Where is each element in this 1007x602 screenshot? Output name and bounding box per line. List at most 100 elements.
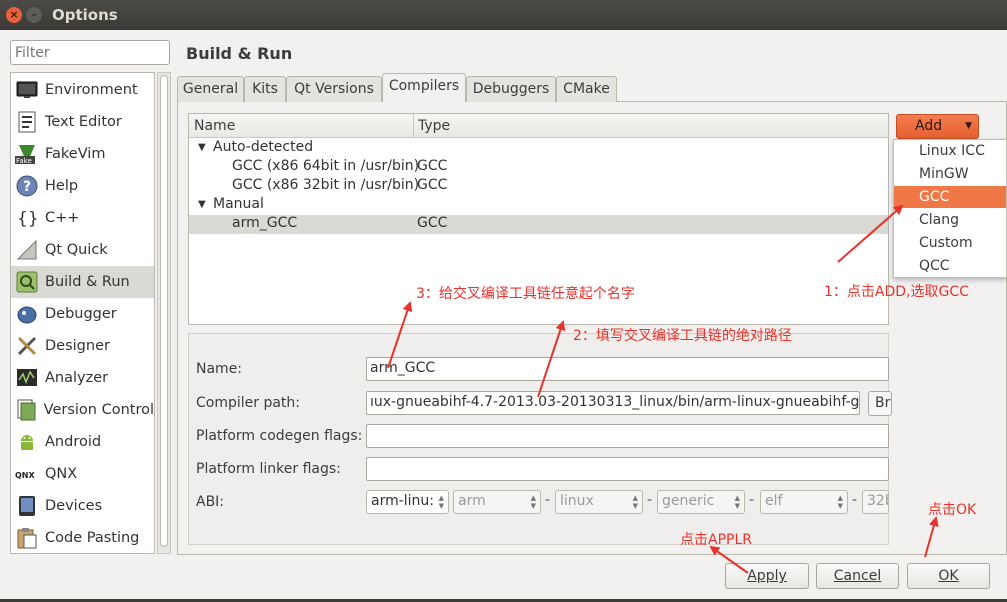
abi-value: elf xyxy=(765,493,783,509)
linker-flags-field[interactable] xyxy=(366,457,889,481)
linker-flags-label: Platform linker flags: xyxy=(196,461,341,477)
tree-row-name: GCC (x86 64bit in /usr/bin) xyxy=(232,158,420,174)
sidebar-item-cpp[interactable]: {} C++ xyxy=(11,202,154,234)
menu-item-gcc[interactable]: GCC xyxy=(894,186,1006,208)
sidebar-item-analyzer[interactable]: Analyzer xyxy=(11,362,154,394)
abi-architecture-select[interactable]: arm ▲ ▼ xyxy=(453,490,541,514)
column-header-type[interactable]: Type xyxy=(418,118,450,134)
add-compiler-button[interactable]: Add ▼ xyxy=(896,114,979,139)
menu-item-custom[interactable]: Custom xyxy=(894,232,1006,254)
sidebar-item-label: Android xyxy=(45,434,102,450)
sidebar-item-label: Designer xyxy=(45,338,110,354)
sidebar-item-designer[interactable]: Designer xyxy=(11,330,154,362)
tree-row[interactable]: GCC (x86 64bit in /usr/bin) GCC xyxy=(189,158,888,177)
abi-value: linux xyxy=(560,493,594,509)
sidebar-item-devices[interactable]: Devices xyxy=(11,490,154,522)
sidebar-item-environment[interactable]: Environment xyxy=(11,74,154,106)
menu-item-clang[interactable]: Clang xyxy=(894,209,1006,231)
cancel-button[interactable]: Cancel xyxy=(816,563,899,589)
compiler-path-field[interactable]: ıux-gnueabihf-4.7-2013.03-20130313_linux… xyxy=(366,391,860,415)
sidebar-item-label: Analyzer xyxy=(45,370,109,386)
menu-item-linux-icc[interactable]: Linux ICC xyxy=(894,140,1006,162)
ok-button-label: OK xyxy=(938,568,959,584)
abi-os-select[interactable]: linux ▲ ▼ xyxy=(555,490,643,514)
cancel-button-label: Cancel xyxy=(833,568,882,584)
sidebar-scrollbar[interactable] xyxy=(157,72,171,554)
spin-arrows-icon: ▲ ▼ xyxy=(530,494,536,510)
expand-arrow-icon[interactable]: ▼ xyxy=(198,142,206,153)
sidebar-item-label: Build & Run xyxy=(45,274,130,290)
sidebar-scrollbar-thumb[interactable] xyxy=(160,75,168,547)
sidebar-item-help[interactable]: ? Help xyxy=(11,170,154,202)
tab-compilers[interactable]: Compilers xyxy=(382,73,466,102)
sidebar-item-fakevim[interactable]: Fake FakeVim xyxy=(11,138,154,170)
tree-row-name: Manual xyxy=(213,196,264,212)
svg-text:{}: {} xyxy=(17,209,38,229)
code-pasting-icon xyxy=(15,527,39,549)
menu-item-mingw[interactable]: MinGW xyxy=(894,163,1006,185)
sidebar-item-debugger[interactable]: Debugger xyxy=(11,298,154,330)
abi-flavor-select[interactable]: generic ▲ ▼ xyxy=(657,490,745,514)
name-field[interactable]: arm_GCC xyxy=(366,357,889,381)
expand-arrow-icon[interactable]: ▼ xyxy=(198,199,206,210)
sidebar-item-build-run[interactable]: Build & Run xyxy=(11,266,154,298)
tree-row[interactable]: GCC (x86 32bit in /usr/bin) GCC xyxy=(189,177,888,196)
tab-debuggers[interactable]: Debuggers xyxy=(466,76,556,102)
tab-qt-versions[interactable]: Qt Versions xyxy=(286,76,382,102)
tab-general[interactable]: General xyxy=(177,76,244,102)
sidebar-item-code-pasting[interactable]: Code Pasting xyxy=(11,522,154,553)
add-compiler-menu: Linux ICC MinGW GCC Clang Custom QCC xyxy=(893,139,1007,278)
browse-button[interactable]: Br xyxy=(868,391,892,416)
braces-icon: {} xyxy=(15,207,39,229)
apply-button[interactable]: Apply xyxy=(725,563,809,589)
tab-cmake[interactable]: CMake xyxy=(556,76,617,102)
abi-separator: - xyxy=(852,492,858,508)
tree-row-selected[interactable]: arm_GCC GCC xyxy=(189,215,888,234)
window-title: Options xyxy=(52,6,118,24)
sidebar-item-label: Devices xyxy=(45,498,103,514)
dropdown-arrow-icon: ▼ xyxy=(965,121,972,131)
abi-width-select[interactable]: 32b xyxy=(862,490,889,514)
tree-header: Name Type xyxy=(189,114,888,138)
abi-label: ABI: xyxy=(196,494,225,510)
sidebar-item-text-editor[interactable]: Text Editor xyxy=(11,106,154,138)
close-window-icon[interactable]: × xyxy=(6,7,22,23)
sidebar-item-label: QNX xyxy=(45,466,78,482)
tab-kits[interactable]: Kits xyxy=(244,76,286,102)
tree-row-type: GCC xyxy=(417,158,448,174)
abi-value: arm-linu: xyxy=(371,493,435,509)
sidebar-item-qt-quick[interactable]: Qt Quick xyxy=(11,234,154,266)
sidebar-item-android[interactable]: Android xyxy=(11,426,154,458)
spin-arrows-icon: ▲ ▼ xyxy=(734,494,740,510)
abi-format-select[interactable]: elf ▲ ▼ xyxy=(760,490,848,514)
sidebar-item-qnx[interactable]: QNX QNX xyxy=(11,458,154,490)
minimize-window-icon[interactable]: – xyxy=(26,7,42,23)
abi-select[interactable]: arm-linu: ▲ ▼ xyxy=(366,490,449,514)
sidebar-item-label: Environment xyxy=(45,82,138,98)
annotation-step-2: 2：填写交叉编译工具链的绝对路径 xyxy=(573,328,792,344)
abi-separator: - xyxy=(749,492,755,508)
annotation-ok: 点击OK xyxy=(928,502,977,518)
tree-group-auto-detected[interactable]: ▼ Auto-detected xyxy=(189,139,888,158)
column-divider[interactable] xyxy=(413,114,414,138)
ok-button[interactable]: OK xyxy=(907,563,990,589)
tree-row-name: arm_GCC xyxy=(232,215,298,231)
abi-value: arm xyxy=(458,493,486,509)
fakevim-icon: Fake xyxy=(15,143,39,165)
spin-arrows-icon: ▲ ▼ xyxy=(837,494,843,510)
tree-row-type: GCC xyxy=(417,177,448,193)
sidebar-item-label: Qt Quick xyxy=(45,242,108,258)
sidebar-item-version-control[interactable]: Version Control xyxy=(11,394,154,426)
codegen-flags-label: Platform codegen flags: xyxy=(196,428,363,444)
sidebar-item-label: Help xyxy=(45,178,79,194)
codegen-flags-field[interactable] xyxy=(366,424,889,448)
version-control-icon xyxy=(15,399,38,421)
menu-item-qcc[interactable]: QCC xyxy=(894,255,1006,277)
analyzer-icon xyxy=(15,367,39,389)
column-header-name[interactable]: Name xyxy=(194,118,235,134)
filter-input[interactable] xyxy=(10,40,170,65)
window-titlebar: × – Options xyxy=(0,0,1007,30)
android-icon xyxy=(15,431,39,453)
tree-group-manual[interactable]: ▼ Manual xyxy=(189,196,888,215)
abi-separator: - xyxy=(647,492,653,508)
